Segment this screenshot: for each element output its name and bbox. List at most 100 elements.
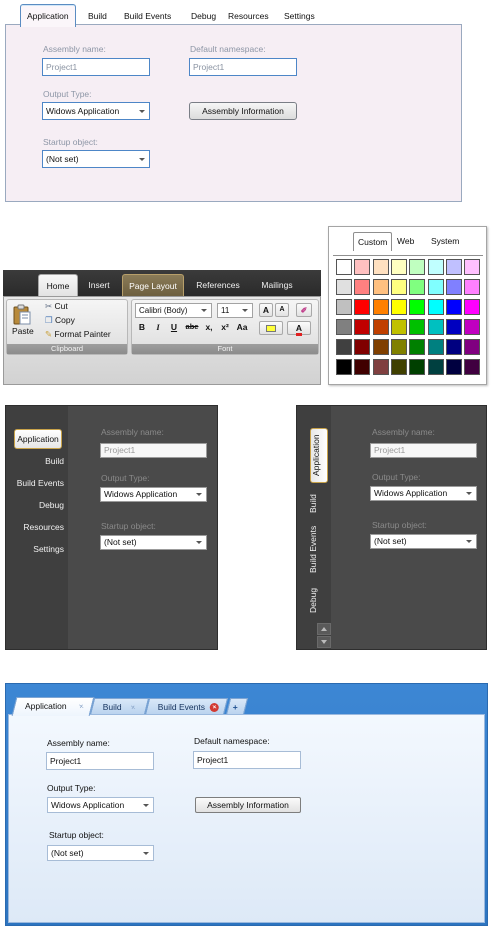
color-swatch[interactable] <box>390 339 407 355</box>
color-swatch[interactable] <box>464 259 481 275</box>
font-color-button[interactable]: A <box>287 321 311 336</box>
color-swatch[interactable] <box>445 279 462 295</box>
assembly-name-input[interactable]: Project1 <box>46 752 154 770</box>
color-swatch[interactable] <box>372 339 389 355</box>
close-icon[interactable]: × <box>78 698 85 715</box>
startup-object-select[interactable]: (Not set) <box>42 150 150 168</box>
color-swatch[interactable] <box>464 339 481 355</box>
output-type-select[interactable]: Widows Application <box>42 102 150 120</box>
nav-item-settings[interactable]: Settings <box>33 544 64 554</box>
bold-button[interactable]: B <box>135 321 149 335</box>
color-swatch[interactable] <box>336 279 352 295</box>
color-swatch[interactable] <box>409 299 426 315</box>
cut-button[interactable]: ✂ Cut <box>45 301 68 312</box>
color-swatch[interactable] <box>409 259 426 275</box>
assembly-information-button[interactable]: Assembly Information <box>189 102 297 120</box>
color-swatch[interactable] <box>372 319 389 335</box>
color-swatch[interactable] <box>336 299 352 315</box>
ribbon-tab-references[interactable]: References <box>192 274 244 296</box>
color-swatch[interactable] <box>464 279 481 295</box>
tab-custom[interactable]: Custom <box>353 232 393 251</box>
nav-item-build-events[interactable]: Build Events <box>17 478 64 488</box>
assembly-name-input[interactable]: Project1 <box>370 443 477 458</box>
color-swatch[interactable] <box>409 359 426 375</box>
color-swatch[interactable] <box>372 259 389 275</box>
new-tab-button[interactable]: + <box>225 698 249 715</box>
color-swatch[interactable] <box>354 339 371 355</box>
font-name-select[interactable]: Calibri (Body) <box>135 303 212 318</box>
color-swatch[interactable] <box>427 339 444 355</box>
ribbon-tab-insert[interactable]: Insert <box>83 274 115 296</box>
tab-system[interactable]: System <box>427 232 463 251</box>
color-swatch[interactable] <box>372 279 389 295</box>
copy-button[interactable]: ❐ Copy <box>45 315 75 326</box>
color-swatch[interactable] <box>427 359 444 375</box>
vtab-application[interactable]: Application <box>310 428 328 483</box>
tab-application[interactable]: Application <box>20 4 76 27</box>
color-swatch[interactable] <box>464 319 481 335</box>
scroll-up-button[interactable] <box>317 623 331 635</box>
change-case-button[interactable]: Aa <box>234 321 250 335</box>
color-swatch[interactable] <box>354 259 371 275</box>
ribbon-tab-page-layout[interactable]: Page Layout <box>122 274 184 296</box>
scroll-down-button[interactable] <box>317 636 331 648</box>
color-swatch[interactable] <box>445 319 462 335</box>
underline-button[interactable]: U <box>167 321 181 335</box>
nav-item-resources[interactable]: Resources <box>23 522 64 532</box>
highlight-button[interactable] <box>259 321 283 335</box>
superscript-button[interactable]: x² <box>218 321 232 335</box>
color-swatch[interactable] <box>336 259 352 275</box>
assembly-information-button[interactable]: Assembly Information <box>195 797 301 813</box>
default-namespace-input[interactable]: Project1 <box>193 751 301 769</box>
output-type-select[interactable]: Widows Application <box>100 487 207 502</box>
close-icon[interactable]: × <box>209 703 219 712</box>
vtab-build[interactable]: Build <box>308 491 326 516</box>
tab-build[interactable]: Build × <box>89 698 150 715</box>
ribbon-tab-mailings[interactable]: Mailings <box>255 274 299 296</box>
color-swatch[interactable] <box>464 359 481 375</box>
color-swatch[interactable] <box>427 299 444 315</box>
assembly-name-input[interactable]: Project1 <box>42 58 150 76</box>
color-swatch[interactable] <box>427 279 444 295</box>
tab-build-events[interactable]: Build Events × <box>144 698 229 715</box>
color-swatch[interactable] <box>354 319 371 335</box>
paste-button[interactable]: Paste <box>12 304 34 338</box>
color-swatch[interactable] <box>336 359 352 375</box>
color-swatch[interactable] <box>445 339 462 355</box>
default-namespace-input[interactable]: Project1 <box>189 58 297 76</box>
nav-item-debug[interactable]: Debug <box>39 500 64 510</box>
tab-application[interactable]: Application × <box>11 697 95 716</box>
subscript-button[interactable]: x, <box>202 321 216 335</box>
nav-item-build[interactable]: Build <box>45 456 64 466</box>
format-painter-button[interactable]: ✎ Format Painter <box>45 329 111 340</box>
grow-font-button[interactable]: A <box>259 303 273 317</box>
color-swatch[interactable] <box>409 339 426 355</box>
output-type-select[interactable]: Widows Application <box>370 486 477 501</box>
color-swatch[interactable] <box>445 359 462 375</box>
color-swatch[interactable] <box>464 299 481 315</box>
color-swatch[interactable] <box>427 259 444 275</box>
color-swatch[interactable] <box>390 319 407 335</box>
color-swatch[interactable] <box>390 359 407 375</box>
color-swatch[interactable] <box>372 359 389 375</box>
color-swatch[interactable] <box>445 299 462 315</box>
vtab-debug[interactable]: Debug <box>308 586 326 614</box>
color-swatch[interactable] <box>336 339 352 355</box>
nav-item-application[interactable]: Application <box>14 429 62 449</box>
ribbon-tab-home[interactable]: Home <box>38 274 78 296</box>
shrink-font-button[interactable]: A <box>275 303 289 317</box>
color-swatch[interactable] <box>427 319 444 335</box>
startup-object-select[interactable]: (Not set) <box>370 534 477 549</box>
startup-object-select[interactable]: (Not set) <box>100 535 207 550</box>
assembly-name-input[interactable]: Project1 <box>100 443 207 458</box>
vtab-build-events[interactable]: Build Events <box>308 524 326 574</box>
color-swatch[interactable] <box>390 299 407 315</box>
color-swatch[interactable] <box>409 279 426 295</box>
color-swatch[interactable] <box>372 299 389 315</box>
italic-button[interactable]: I <box>151 321 165 335</box>
color-swatch[interactable] <box>445 259 462 275</box>
color-swatch[interactable] <box>354 359 371 375</box>
color-swatch[interactable] <box>390 259 407 275</box>
font-size-select[interactable]: 11 <box>217 303 253 318</box>
tab-web[interactable]: Web <box>393 232 418 251</box>
